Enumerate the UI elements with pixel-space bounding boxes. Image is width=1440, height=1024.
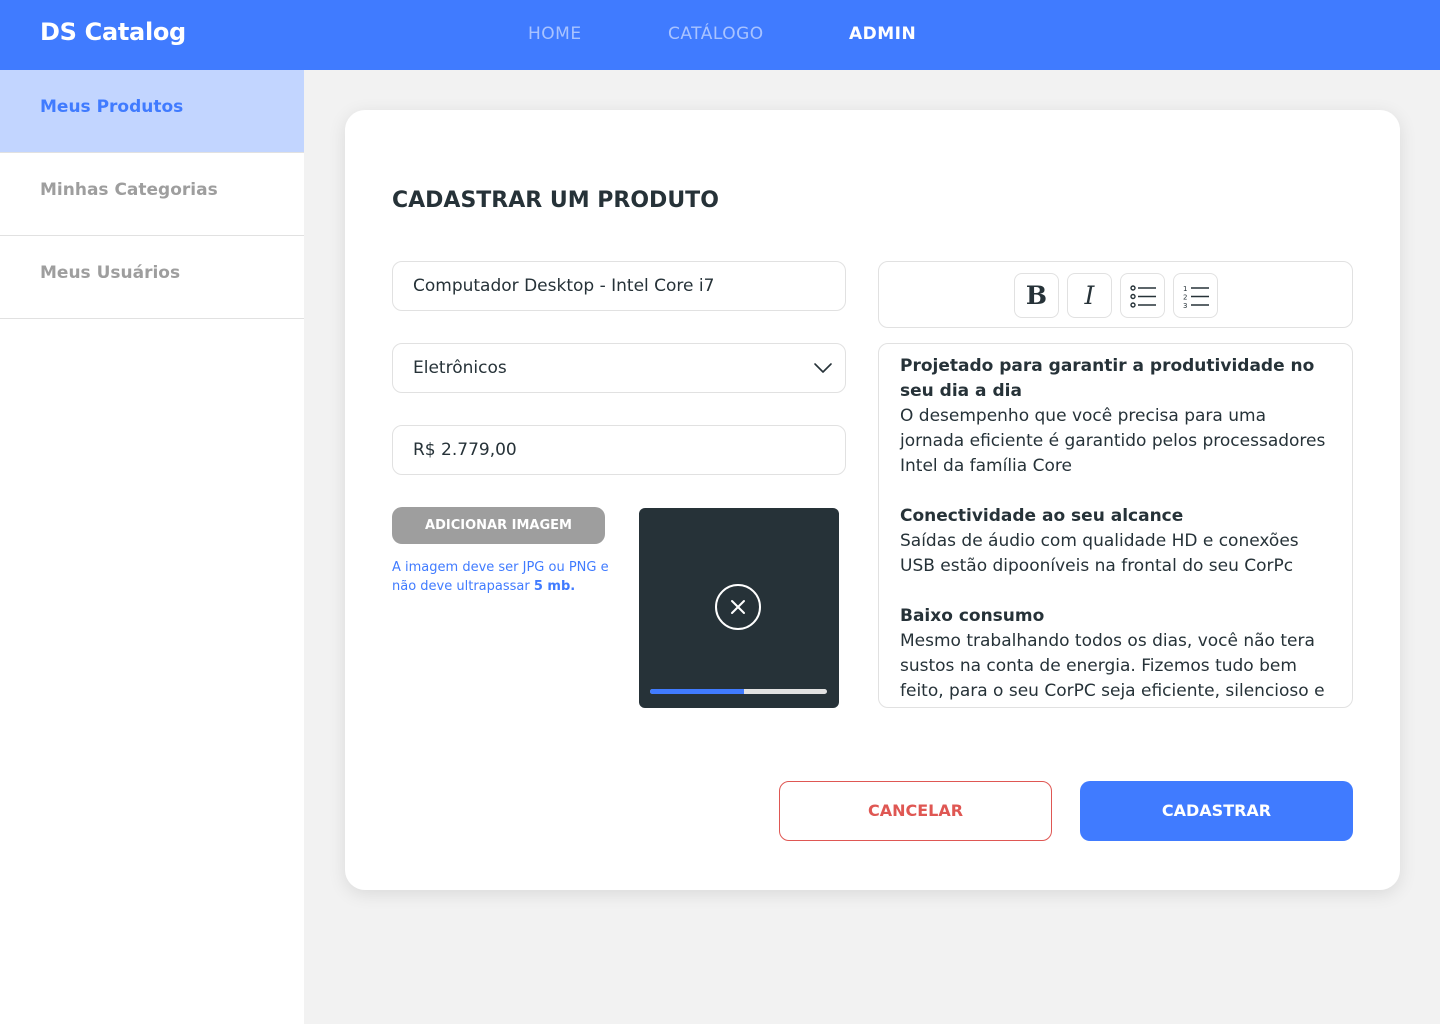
product-form-card: CADASTRAR UM PRODUTO Computador Desktop … <box>345 110 1400 890</box>
close-icon <box>731 600 745 614</box>
paragraph-body: Mesmo trabalhando todos os dias, você nã… <box>900 631 1325 701</box>
bold-icon: B <box>1025 281 1048 310</box>
bullet-list-button[interactable] <box>1120 273 1165 318</box>
upload-progress-bar <box>650 689 827 694</box>
price-input[interactable]: R$ 2.779,00 <box>392 425 846 475</box>
paragraph-body: O desempenho que você precisa para uma j… <box>900 406 1326 476</box>
product-name-input[interactable]: Computador Desktop - Intel Core i7 <box>392 261 846 311</box>
numbered-list-button[interactable]: 1 2 3 <box>1173 273 1218 318</box>
nav-home[interactable]: HOME <box>528 24 582 44</box>
image-hint-limit: 5 mb. <box>533 579 576 594</box>
editor-paragraph: Conectividade ao seu alcance Saídas de á… <box>900 504 1330 579</box>
remove-image-button[interactable] <box>715 584 761 630</box>
nav-admin[interactable]: ADMIN <box>849 24 916 44</box>
image-hint-text: A imagem deve ser JPG ou PNG e não deve … <box>392 560 609 594</box>
sidebar: Meus Produtos Minhas Categorias Meus Usu… <box>0 70 304 1024</box>
sidebar-item-label: Meus Usuários <box>40 263 181 283</box>
bullet-list-icon <box>1130 285 1156 308</box>
paragraph-body: Saídas de áudio com qualidade HD e conex… <box>900 531 1299 576</box>
description-editor[interactable]: Projetado para garantir a produtividade … <box>878 343 1353 708</box>
editor-paragraph: Baixo consumo Mesmo trabalhando todos os… <box>900 604 1330 704</box>
sidebar-item-produtos[interactable]: Meus Produtos <box>0 70 304 153</box>
sidebar-item-categorias[interactable]: Minhas Categorias <box>0 153 304 236</box>
product-name-value: Computador Desktop - Intel Core i7 <box>413 276 715 296</box>
numbered-list-icon: 1 2 3 <box>1183 285 1209 310</box>
nav-catalogo[interactable]: CATÁLOGO <box>668 24 764 44</box>
editor-toolbar: B I 1 2 3 <box>878 261 1353 328</box>
paragraph-heading: Baixo consumo <box>900 606 1045 626</box>
svg-text:1: 1 <box>1183 285 1187 293</box>
image-hint: A imagem deve ser JPG ou PNG e não deve … <box>392 558 622 596</box>
italic-button[interactable]: I <box>1067 273 1112 318</box>
price-value: R$ 2.779,00 <box>413 440 517 460</box>
category-select[interactable]: Eletrônicos <box>392 343 846 393</box>
editor-paragraph: Projetado para garantir a produtividade … <box>900 354 1330 479</box>
italic-icon: I <box>1084 281 1095 310</box>
chevron-down-icon <box>814 363 832 373</box>
bold-button[interactable]: B <box>1014 273 1059 318</box>
page-title: CADASTRAR UM PRODUTO <box>392 188 719 213</box>
sidebar-item-label: Minhas Categorias <box>40 180 218 200</box>
image-preview <box>639 508 839 708</box>
brand-logo[interactable]: DS Catalog <box>40 18 186 46</box>
paragraph-heading: Projetado para garantir a produtividade … <box>900 356 1315 401</box>
sidebar-item-label: Meus Produtos <box>40 97 184 117</box>
svg-text:2: 2 <box>1183 294 1187 302</box>
add-image-button[interactable]: ADICIONAR IMAGEM <box>392 507 605 544</box>
category-value: Eletrônicos <box>413 358 507 378</box>
editor-content: Projetado para garantir a produtividade … <box>900 354 1330 707</box>
navbar: DS Catalog HOME CATÁLOGO ADMIN <box>0 0 1440 70</box>
sidebar-item-usuarios[interactable]: Meus Usuários <box>0 236 304 319</box>
submit-button[interactable]: CADASTRAR <box>1080 781 1353 841</box>
svg-text:3: 3 <box>1183 302 1187 310</box>
cancel-button[interactable]: CANCELAR <box>779 781 1052 841</box>
upload-progress-fill <box>650 689 744 694</box>
paragraph-heading: Conectividade ao seu alcance <box>900 506 1184 526</box>
